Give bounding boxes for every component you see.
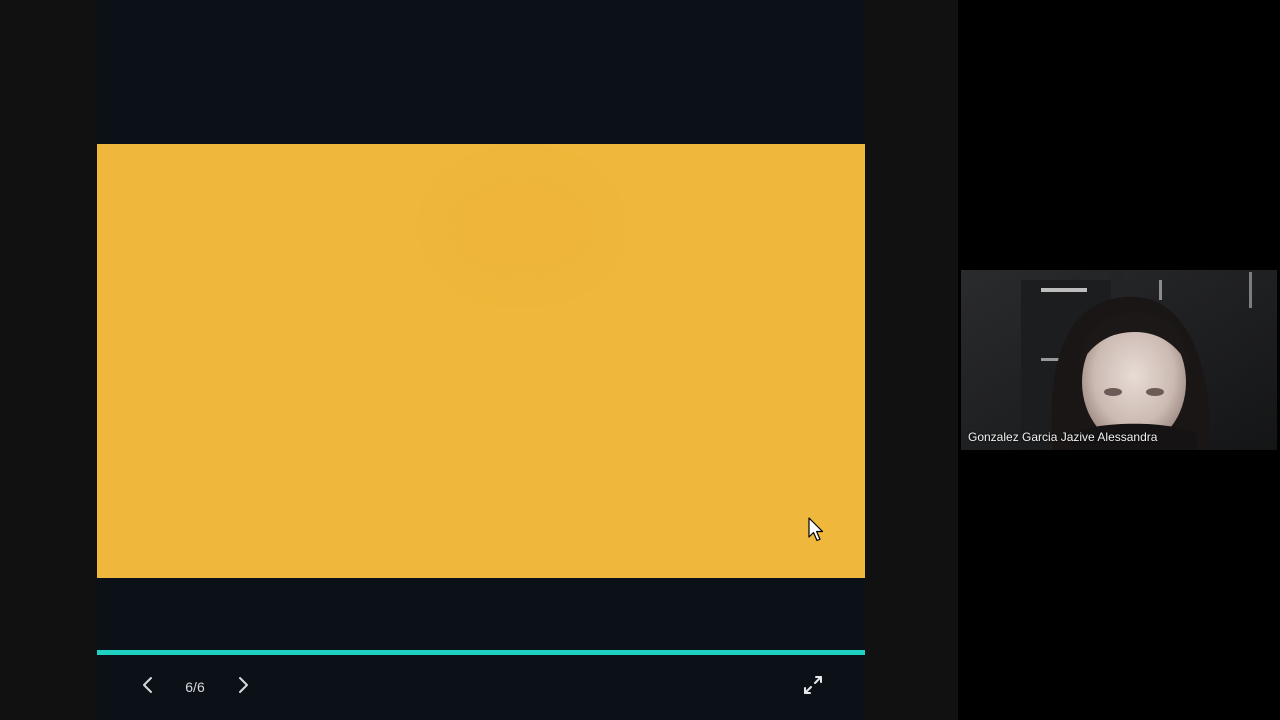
- next-slide-button[interactable]: [228, 672, 258, 702]
- presentation-viewer: 6/6: [97, 0, 865, 720]
- mouse-pointer-icon: [808, 517, 824, 543]
- meeting-window: 6/6 Gonzalez Garcia Jazive Alessandra: [0, 0, 1280, 720]
- expand-icon: [802, 674, 824, 701]
- fullscreen-button[interactable]: [799, 673, 827, 701]
- chevron-right-icon: [236, 675, 250, 700]
- chevron-left-icon: [141, 675, 155, 700]
- participant-video-feed: [961, 270, 1277, 450]
- participant-video-tile[interactable]: Gonzalez Garcia Jazive Alessandra: [961, 270, 1277, 450]
- slide-progress-bar: [97, 650, 865, 655]
- current-slide[interactable]: [97, 144, 865, 578]
- slide-faded-graphic: [437, 164, 607, 289]
- page-counter: 6/6: [185, 679, 205, 695]
- participant-name-label: Gonzalez Garcia Jazive Alessandra: [968, 430, 1158, 444]
- screen-share-area: 6/6: [0, 0, 958, 720]
- slide-progress-fill: [97, 650, 865, 655]
- previous-slide-button[interactable]: [133, 672, 163, 702]
